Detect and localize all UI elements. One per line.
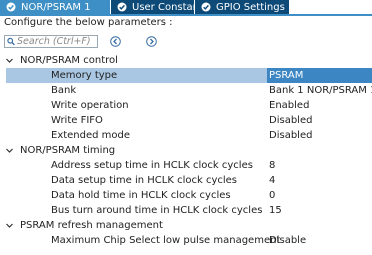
tab-underline	[0, 14, 372, 16]
search-toolbar	[0, 35, 372, 49]
property-name: Maximum Chip Select low pulse management	[51, 235, 281, 246]
property-row-bank[interactable]: Bank Bank 1 NOR/PSRAM 1	[0, 83, 372, 98]
check-circle-icon	[117, 2, 127, 12]
property-value[interactable]: Enabled	[269, 98, 309, 113]
chevron-down-icon[interactable]	[5, 146, 14, 155]
check-circle-icon	[6, 2, 16, 12]
search-input[interactable]	[15, 36, 97, 47]
group-psram-refresh-management[interactable]: PSRAM refresh management	[0, 218, 372, 233]
parameter-tree: NOR/PSRAM control Memory type PSRAM Bank…	[0, 53, 372, 248]
tab-bar: NOR/PSRAM 1 User Constants GPIO Settings	[0, 0, 372, 14]
group-label: PSRAM refresh management	[20, 220, 163, 231]
property-row-memory-type[interactable]: Memory type PSRAM	[0, 68, 372, 83]
property-name: Write FIFO	[51, 115, 103, 126]
check-circle-icon	[201, 2, 211, 12]
chevron-down-icon[interactable]	[5, 56, 14, 65]
property-name: Address setup time in HCLK clock cycles	[51, 160, 253, 171]
property-value[interactable]: Bank 1 NOR/PSRAM 1	[269, 83, 372, 98]
property-name: Memory type	[51, 70, 118, 81]
property-name: Extended mode	[51, 130, 131, 141]
property-value[interactable]: Disabled	[269, 113, 312, 128]
property-row-write-fifo[interactable]: Write FIFO Disabled	[0, 113, 372, 128]
search-icon	[7, 37, 15, 46]
previous-match-button[interactable]	[110, 36, 121, 47]
group-nor-psram-timing[interactable]: NOR/PSRAM timing	[0, 143, 372, 158]
property-row-data-hold-time[interactable]: Data hold time in HCLK clock cycles 0	[0, 188, 372, 203]
property-name: Write operation	[51, 100, 129, 111]
chevron-right-circle-icon	[146, 36, 157, 47]
property-row-write-operation[interactable]: Write operation Enabled	[0, 98, 372, 113]
property-value[interactable]: 8	[269, 158, 275, 173]
group-label: NOR/PSRAM timing	[20, 145, 116, 156]
property-name: Data hold time in HCLK clock cycles	[51, 190, 231, 201]
property-row-extended-mode[interactable]: Extended mode Disabled	[0, 128, 372, 143]
property-value[interactable]: Disable	[269, 233, 306, 248]
tab-user-constants[interactable]: User Constants	[111, 0, 208, 14]
property-row-bus-turnaround-time[interactable]: Bus turn around time in HCLK clock cycle…	[0, 203, 372, 218]
property-value[interactable]: PSRAM	[269, 68, 303, 83]
tab-label: GPIO Settings	[216, 1, 285, 13]
group-label: NOR/PSRAM control	[20, 55, 118, 66]
property-row-data-setup-time[interactable]: Data setup time in HCLK clock cycles 4	[0, 173, 372, 188]
property-row-address-setup-time[interactable]: Address setup time in HCLK clock cycles …	[0, 158, 372, 173]
next-match-button[interactable]	[146, 36, 157, 47]
tab-label: NOR/PSRAM 1	[21, 1, 91, 13]
property-name: Bank	[51, 85, 77, 96]
property-value[interactable]: 15	[269, 203, 282, 218]
tab-gpio-settings[interactable]: GPIO Settings	[195, 0, 289, 14]
chevron-left-circle-icon	[110, 36, 121, 47]
tab-nor-psram-1[interactable]: NOR/PSRAM 1	[0, 0, 110, 14]
configure-label: Configure the below parameters :	[4, 17, 173, 28]
group-nor-psram-control[interactable]: NOR/PSRAM control	[0, 53, 372, 68]
property-value[interactable]: Disabled	[269, 128, 312, 143]
property-value[interactable]: 4	[269, 173, 275, 188]
property-row-max-chip-select-low-pulse[interactable]: Maximum Chip Select low pulse management…	[0, 233, 372, 248]
property-name: Bus turn around time in HCLK clock cycle…	[51, 205, 263, 216]
chevron-down-icon[interactable]	[5, 221, 14, 230]
property-name: Data setup time in HCLK clock cycles	[51, 175, 237, 186]
search-box[interactable]	[4, 35, 98, 48]
property-value[interactable]: 0	[269, 188, 275, 203]
